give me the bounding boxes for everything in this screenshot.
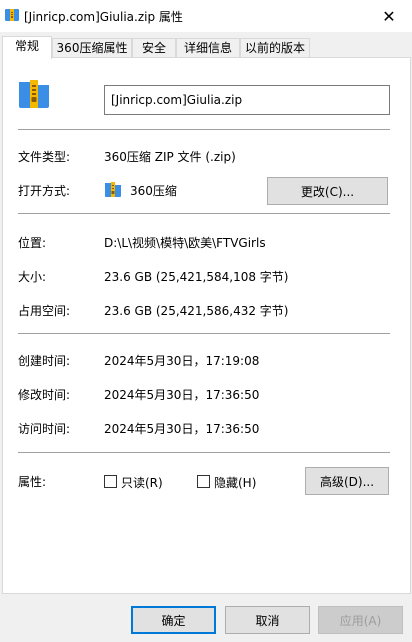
tab-360-properties[interactable]: 360压缩属性: [52, 38, 132, 58]
close-button[interactable]: ✕: [366, 0, 412, 32]
divider: [18, 129, 390, 130]
divider: [18, 452, 390, 453]
accessed-label: 访问时间:: [18, 422, 71, 436]
title-bar: [Jinricp.com]Giulia.zip 属性 ✕: [0, 0, 412, 32]
size-label: 大小:: [18, 270, 47, 284]
created-value: 2024年5月30日，17:19:08: [104, 354, 260, 368]
tab-previous-versions[interactable]: 以前的版本: [240, 38, 310, 58]
size-on-disk-label: 占用空间:: [18, 304, 71, 318]
created-label: 创建时间:: [18, 354, 71, 368]
tab-security[interactable]: 安全: [132, 38, 176, 58]
size-on-disk-value: 23.6 GB (25,421,586,432 字节): [104, 304, 289, 318]
general-panel: 文件类型: 360压缩 ZIP 文件 (.zip) 打开方式: 360压缩 更改…: [2, 57, 411, 594]
apply-button[interactable]: 应用(A): [318, 606, 403, 634]
location-value: D:\L\视频\模特\欧美\FTVGirls: [104, 236, 266, 250]
open-with-label: 打开方式:: [18, 184, 71, 198]
modified-value: 2024年5月30日，17:36:50: [104, 388, 260, 402]
close-icon: ✕: [382, 6, 396, 26]
tab-general[interactable]: 常规: [2, 36, 52, 59]
hidden-checkbox[interactable]: [197, 475, 210, 488]
divider: [18, 333, 390, 334]
zip-file-icon: [5, 9, 19, 21]
modified-label: 修改时间:: [18, 388, 71, 402]
divider: [18, 213, 390, 214]
readonly-label[interactable]: 只读(R): [121, 474, 163, 491]
file-name-input[interactable]: [104, 85, 390, 115]
attributes-label: 属性:: [18, 475, 47, 489]
hidden-label[interactable]: 隐藏(H): [214, 474, 256, 491]
location-label: 位置:: [18, 236, 47, 250]
accessed-value: 2024年5月30日，17:36:50: [104, 422, 260, 436]
app-360zip-icon: [105, 182, 121, 197]
window-title: [Jinricp.com]Giulia.zip 属性: [24, 10, 183, 24]
advanced-button[interactable]: 高级(D)...: [305, 467, 389, 495]
change-button[interactable]: 更改(C)...: [267, 177, 388, 205]
tab-strip: 常规 360压缩属性 安全 详细信息 以前的版本: [0, 36, 412, 59]
ok-button[interactable]: 确定: [131, 606, 216, 634]
file-type-label: 文件类型:: [18, 150, 71, 164]
file-type-value: 360压缩 ZIP 文件 (.zip): [104, 150, 236, 164]
open-with-value: 360压缩: [130, 184, 177, 198]
size-value: 23.6 GB (25,421,584,108 字节): [104, 270, 289, 284]
readonly-checkbox[interactable]: [104, 475, 117, 488]
cancel-button[interactable]: 取消: [225, 606, 310, 634]
zip-file-large-icon: [19, 80, 49, 108]
tab-details[interactable]: 详细信息: [176, 38, 240, 58]
